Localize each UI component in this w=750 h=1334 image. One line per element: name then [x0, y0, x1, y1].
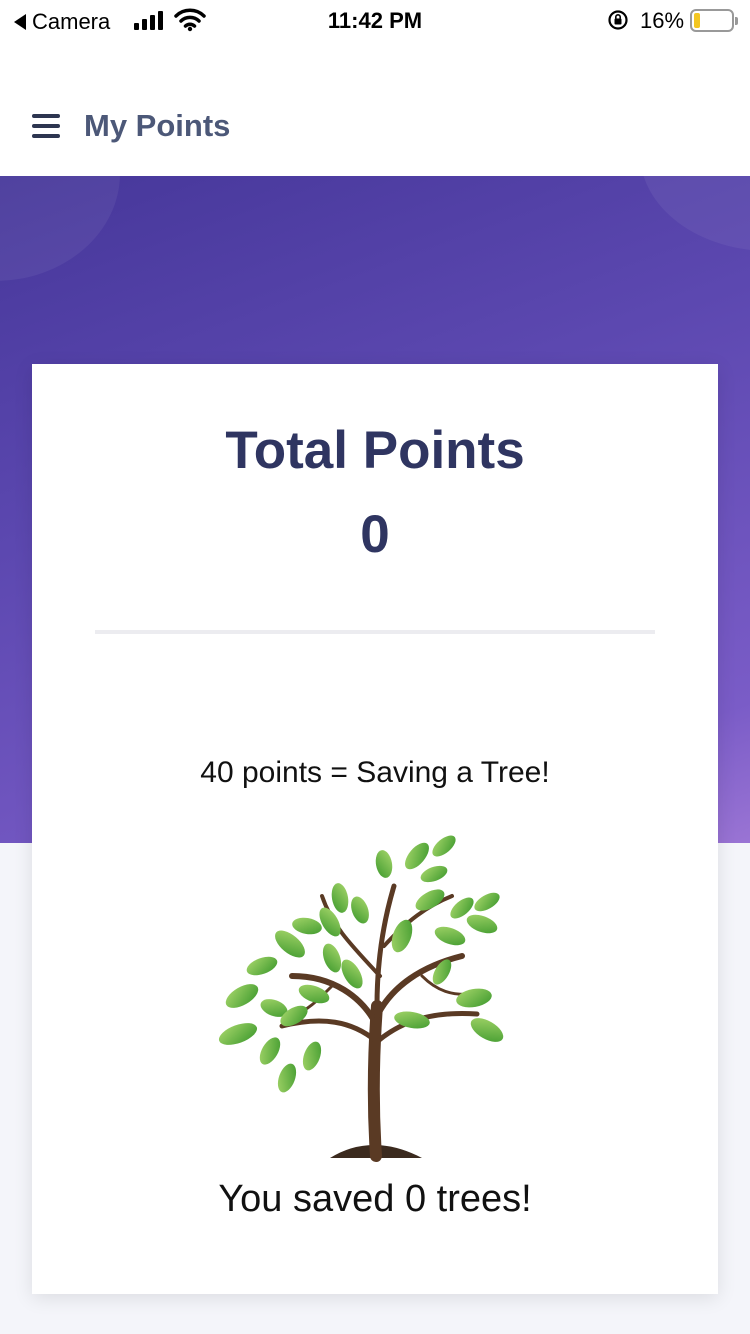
battery-icon [690, 9, 738, 32]
tree-icon [218, 835, 504, 1162]
app-header: My Points [0, 42, 750, 176]
status-time: 11:42 PM [327, 8, 423, 33]
page-title: My Points [84, 108, 231, 143]
trees-saved-text: You saved 0 trees! [218, 1178, 532, 1220]
battery-fill [694, 13, 700, 28]
orientation-lock-icon [608, 10, 628, 30]
total-points-value: 0 [360, 505, 390, 564]
status-bar: Camera 11:42 PM 16% [0, 0, 750, 42]
total-points-title: Total Points [225, 421, 525, 480]
my-points-screen: Camera 11:42 PM 16% My Points Total Poin… [0, 0, 750, 1334]
tree-conversion-note: 40 points = Saving a Tree! [200, 756, 550, 789]
hamburger-menu-icon[interactable] [32, 114, 60, 140]
battery-percent: 16% [640, 8, 685, 33]
points-card: Total Points 0 40 points = Saving a Tree… [32, 364, 718, 1294]
divider [95, 630, 655, 634]
